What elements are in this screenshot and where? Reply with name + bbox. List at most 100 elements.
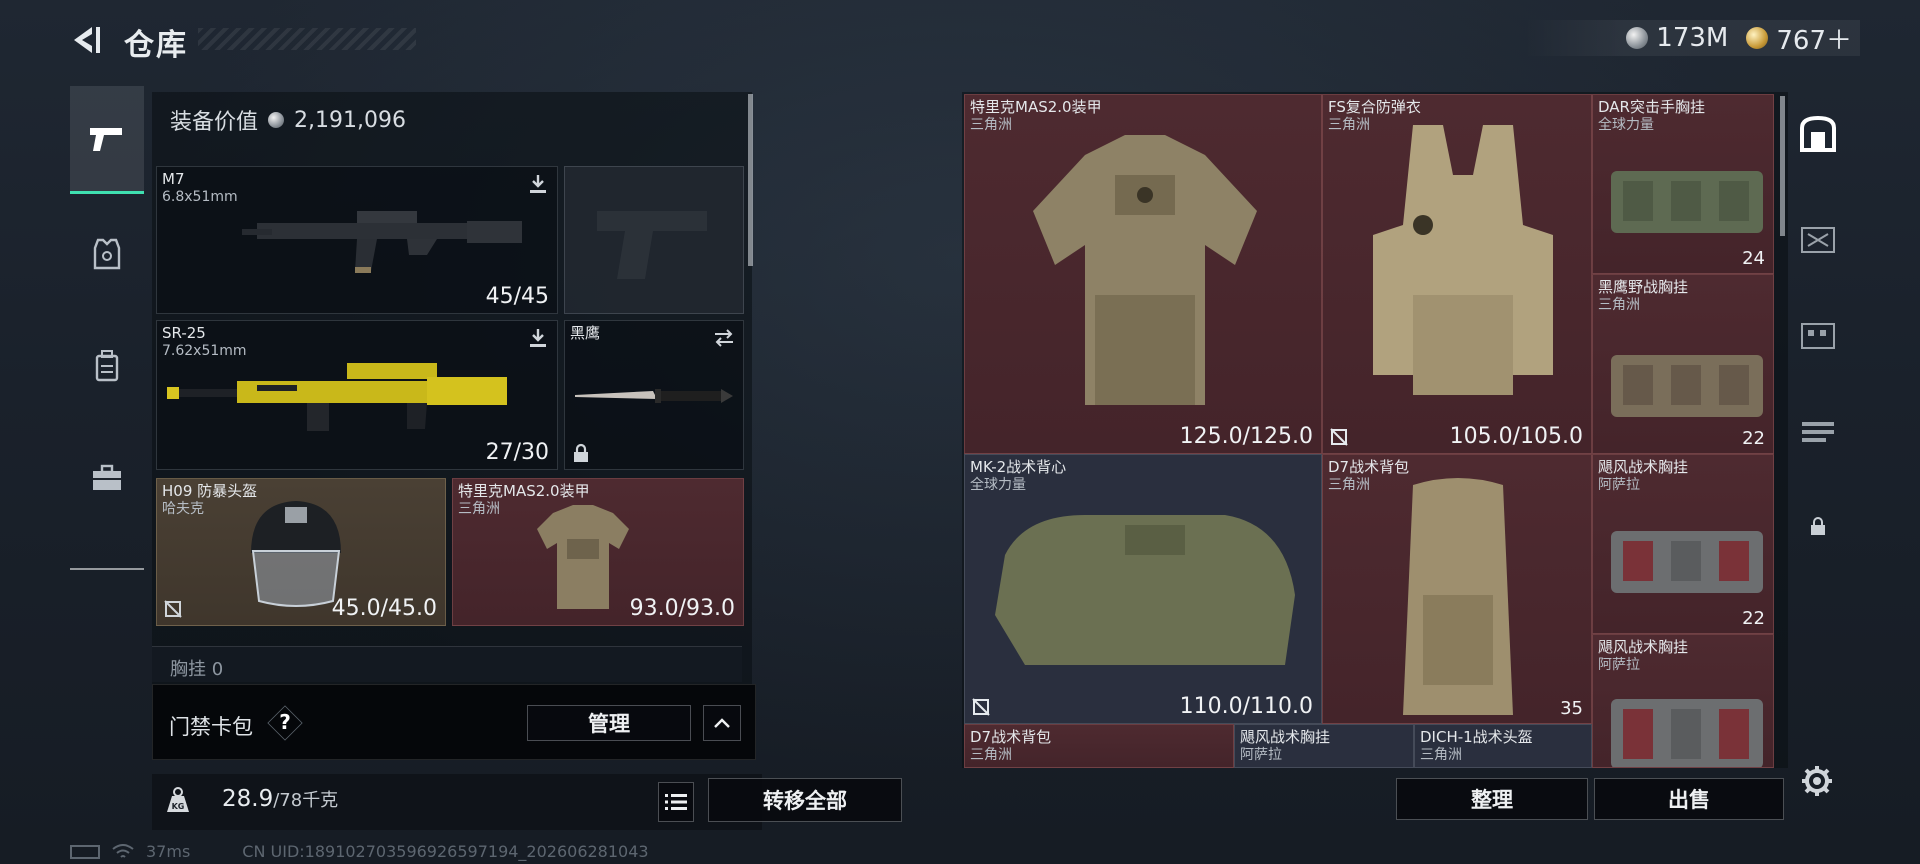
no-repair-icon [164, 600, 182, 618]
stash-item-name: D7战术背包 [970, 728, 1052, 746]
stash-item-name: FS复合防弹衣 [1328, 98, 1421, 116]
stash-item-name: 黑鹰野战胸挂 [1598, 278, 1689, 296]
gold-coin-icon [1746, 27, 1769, 49]
nav-briefcase[interactable] [70, 424, 144, 532]
weapon-rack-icon [1802, 422, 1834, 442]
stash-item[interactable]: 飓风战术胸挂 阿萨拉 [1234, 724, 1414, 768]
loadout-scrollbar[interactable] [748, 94, 753, 266]
chest-rig-dar-image [1611, 171, 1763, 233]
nav-armor[interactable] [70, 200, 144, 308]
currency-gold[interactable]: 767＋ [1746, 20, 1852, 57]
slot-melee[interactable]: 黑鹰 [564, 320, 744, 470]
weight-current: 28.9 [222, 786, 274, 812]
stash-item-slots: 22 [1742, 608, 1765, 629]
safe-box-icon [1800, 115, 1836, 152]
stash-item[interactable]: D7战术背包 三角洲 [964, 724, 1234, 768]
stash-item-brand: 三角洲 [1328, 477, 1370, 493]
transfer-all-button[interactable]: 转移全部 [708, 778, 902, 822]
weight-bar: KG 28.9/78千克 转移全部 [152, 774, 902, 830]
stash-item-brand: 三角洲 [1598, 297, 1640, 313]
weight-max: /78千克 [273, 790, 339, 811]
stash-tab-weapon-rack[interactable] [1796, 408, 1840, 452]
svg-text:KG: KG [172, 802, 185, 811]
slot-sidearm-empty[interactable] [564, 166, 744, 314]
stash-tab-tools[interactable] [1796, 216, 1840, 260]
vest-mk2-image [995, 515, 1295, 665]
sort-button[interactable]: 整理 [1396, 778, 1588, 820]
stash-item-brand: 阿萨拉 [1240, 747, 1282, 763]
stash-item-brand: 全球力量 [970, 477, 1026, 493]
lock-icon [1811, 517, 1825, 535]
slot-secondary-ammo: 27/30 [485, 440, 549, 465]
lock-icon [574, 443, 588, 462]
help-icon[interactable]: ? [275, 710, 295, 734]
slot-secondary-weapon[interactable]: SR-25 7.62x51mm 27/30 [156, 320, 558, 470]
knife-blackhawk-image [575, 389, 733, 403]
slot-primary-weapon[interactable]: M7 6.8x51mm 45/45 [156, 166, 558, 314]
chest-rig-section[interactable]: 胸挂 0 [152, 646, 742, 682]
stash-scrollbar[interactable] [1780, 96, 1785, 236]
stash-item[interactable]: MK-2战术背心 全球力量 110.0/110.0 [964, 454, 1322, 724]
stash-item[interactable]: DAR突击手胸挂 全球力量 24 [1592, 94, 1774, 274]
back-arrow-icon [74, 27, 100, 53]
slot-melee-name: 黑鹰 [570, 324, 601, 342]
nav-divider [70, 568, 144, 570]
stash-item[interactable]: 飓风战术胸挂 阿萨拉 22 [1592, 454, 1774, 634]
stash-item-name: DAR突击手胸挂 [1598, 98, 1705, 116]
currency-silver[interactable]: 173M [1626, 23, 1728, 53]
stash-tab-safe-box[interactable] [1796, 112, 1840, 156]
briefcase-icon [93, 464, 121, 490]
chevron-up-icon [714, 718, 730, 728]
stash-item[interactable]: 特里克MAS2.0装甲 三角洲 125.0/125.0 [964, 94, 1322, 454]
slot-primary-caliber: 6.8x51mm [162, 189, 238, 205]
equip-value-amount: 2,191,096 [294, 107, 406, 133]
title-decoration [198, 28, 416, 50]
nav-backpack[interactable] [70, 312, 144, 420]
stash-item-durability: 110.0/110.0 [1179, 694, 1313, 719]
stash-item-name: 飓风战术胸挂 [1598, 638, 1689, 656]
stash-tab-building[interactable] [1796, 312, 1840, 356]
back-button[interactable] [68, 24, 104, 56]
manage-button[interactable]: 管理 [527, 705, 691, 741]
ping-text: 37ms [146, 842, 191, 861]
backpack-icon [95, 350, 119, 382]
slot-armor[interactable]: 特里克MAS2.0装甲 三角洲 93.0/93.0 [452, 478, 744, 626]
stash-item-capacity: 35 [1560, 698, 1583, 719]
chest-rig-hurricane-image [1611, 699, 1763, 767]
nav-weapons[interactable] [70, 86, 144, 194]
download-icon[interactable] [527, 173, 549, 195]
stash-item-brand: 三角洲 [970, 747, 1012, 763]
weight-readout: 28.9/78千克 [222, 786, 338, 812]
keycard-bar: 门禁卡包 ? 管理 [152, 684, 756, 760]
no-repair-icon [972, 698, 990, 716]
stash-item[interactable]: FS复合防弹衣 三角洲 105.0/105.0 [1322, 94, 1592, 454]
stash-item[interactable]: D7战术背包 三角洲 35 [1322, 454, 1592, 724]
left-nav [70, 86, 144, 570]
battery-icon [70, 844, 100, 859]
sell-button[interactable]: 出售 [1594, 778, 1784, 820]
status-footer: 37ms CN UID:18910270359692659719​4_20260… [70, 842, 649, 861]
stash-item[interactable]: 黑鹰野战胸挂 三角洲 22 [1592, 274, 1774, 454]
stash-item-name: 飓风战术胸挂 [1598, 458, 1689, 476]
stash-item-durability: 125.0/125.0 [1179, 424, 1313, 449]
swap-icon[interactable] [713, 327, 735, 349]
stash-item-brand: 三角洲 [1420, 747, 1462, 763]
slot-helmet[interactable]: H09 防暴头盔 哈夫克 45.0/45.0 [156, 478, 446, 626]
silver-coin-icon [1626, 27, 1649, 49]
collapse-button[interactable] [703, 705, 741, 741]
currency-bar: 173M 767＋ [1524, 20, 1860, 56]
wifi-icon [112, 843, 134, 858]
building-icon [1801, 323, 1835, 349]
stash-item-durability: 105.0/105.0 [1449, 424, 1583, 449]
no-repair-icon [1330, 428, 1348, 446]
stash-item[interactable]: 飓风战术胸挂 阿萨拉 [1592, 634, 1774, 768]
list-icon [665, 794, 687, 810]
stash-item[interactable]: DICH-1战术头盔 三角洲 [1414, 724, 1592, 768]
stash-tab-locked[interactable] [1796, 504, 1840, 548]
slot-primary-ammo: 45/45 [485, 284, 549, 309]
equip-value: 装备价值 2,191,096 [170, 104, 406, 136]
list-view-button[interactable] [658, 782, 694, 822]
settings-gear-icon[interactable] [1800, 764, 1834, 798]
backpack-d7-image [1403, 478, 1513, 715]
armor-fs-image [1373, 125, 1553, 395]
